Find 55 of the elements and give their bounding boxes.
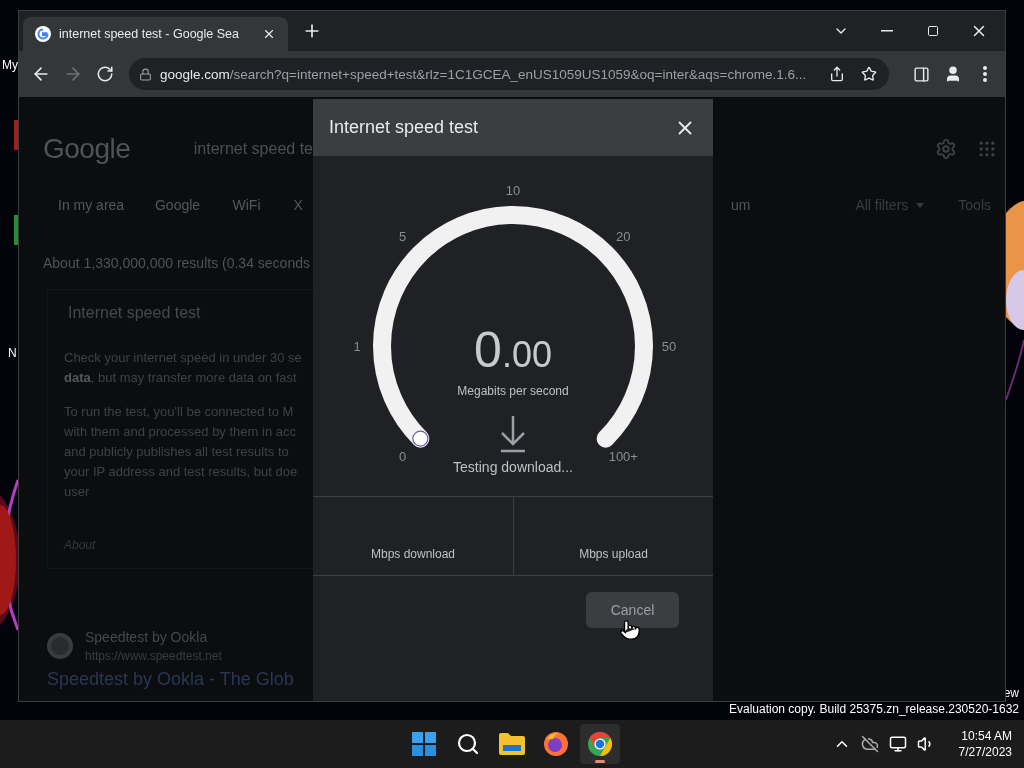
- gauge-needle-thumb[interactable]: [412, 430, 429, 447]
- caret-icon: [916, 202, 925, 208]
- round-browser-icon: [587, 731, 613, 757]
- favicon-icon: [35, 26, 51, 42]
- gauge-tick-label: 5: [399, 228, 407, 244]
- close-icon: [262, 27, 276, 41]
- reload-icon: [96, 65, 114, 83]
- cloud-off-icon[interactable]: [860, 735, 879, 753]
- share-icon: [829, 66, 845, 82]
- side-panel-icon: [912, 65, 930, 83]
- gauge-tick-label: 1: [353, 339, 361, 354]
- gauge-tick-label: 0: [399, 449, 407, 465]
- gauge-tick-label: 50: [661, 339, 677, 354]
- google-logo: Google: [43, 133, 132, 165]
- cancel-button[interactable]: Cancel: [586, 592, 679, 628]
- gauge-tick-label: 10: [505, 183, 521, 198]
- gauge-tick-label: 100+: [608, 449, 638, 465]
- desktop-icon-label: My: [2, 58, 18, 72]
- filter-tab[interactable]: Google: [154, 197, 233, 213]
- person-icon: [944, 65, 962, 83]
- speed-reading: 0.00: [474, 322, 552, 378]
- taskbar-app-button[interactable]: [580, 724, 620, 764]
- hand-cursor-icon: [619, 619, 641, 641]
- site-icon: [47, 633, 73, 659]
- result-title-link[interactable]: Speedtest by Ookla - The Glob: [47, 669, 1005, 690]
- star-icon: [861, 66, 877, 82]
- address-bar[interactable]: google.com/search?q=internet+speed+test&rlz=1C1GCEA_enUS1059US1059&oq=inter&aqs=chrome.1.6...: [129, 58, 889, 90]
- maximize-icon: [927, 25, 939, 37]
- result-count: About 1,330,000,000 results (0.34 seconds: [43, 255, 310, 271]
- stat-label: Mbps download: [370, 547, 456, 561]
- browser-tab[interactable]: internet speed test - Google Sea: [23, 17, 288, 51]
- dialog-title: Internet speed test: [329, 117, 479, 138]
- test-status: Testing download...: [453, 459, 573, 475]
- folder-icon: [499, 733, 525, 755]
- filter-tab[interactable]: In my area: [58, 197, 155, 213]
- filter-tab[interactable]: X: [293, 197, 313, 213]
- card-title: Internet speed test: [68, 304, 202, 322]
- site-name: Speedtest by Ookla: [85, 629, 209, 645]
- download-icon: [499, 414, 527, 453]
- active-indicator: [595, 760, 605, 763]
- fox-browser-icon: [543, 731, 569, 757]
- search-field[interactable]: internet speed te: [193, 140, 313, 158]
- clock[interactable]: 10:54 AM 7/27/2023: [958, 729, 1012, 759]
- minimize-icon: [881, 30, 893, 32]
- unit-label: Megabits per second: [457, 384, 569, 398]
- stat-label: Mbps upload: [579, 547, 648, 561]
- desktop-icon-label: N: [8, 346, 17, 360]
- lock-icon: [139, 67, 152, 81]
- gauge-tick-label: 20: [616, 228, 631, 244]
- search-icon: [456, 732, 480, 756]
- windows-grid-icon: [412, 732, 436, 756]
- filter-tab[interactable]: um: [731, 197, 751, 213]
- filter-tab[interactable]: WiFi: [232, 197, 294, 213]
- build-notice: Evaluation copy. Build 25375.zn_release.230520-1632: [729, 702, 1019, 716]
- menu-icon: [983, 66, 987, 82]
